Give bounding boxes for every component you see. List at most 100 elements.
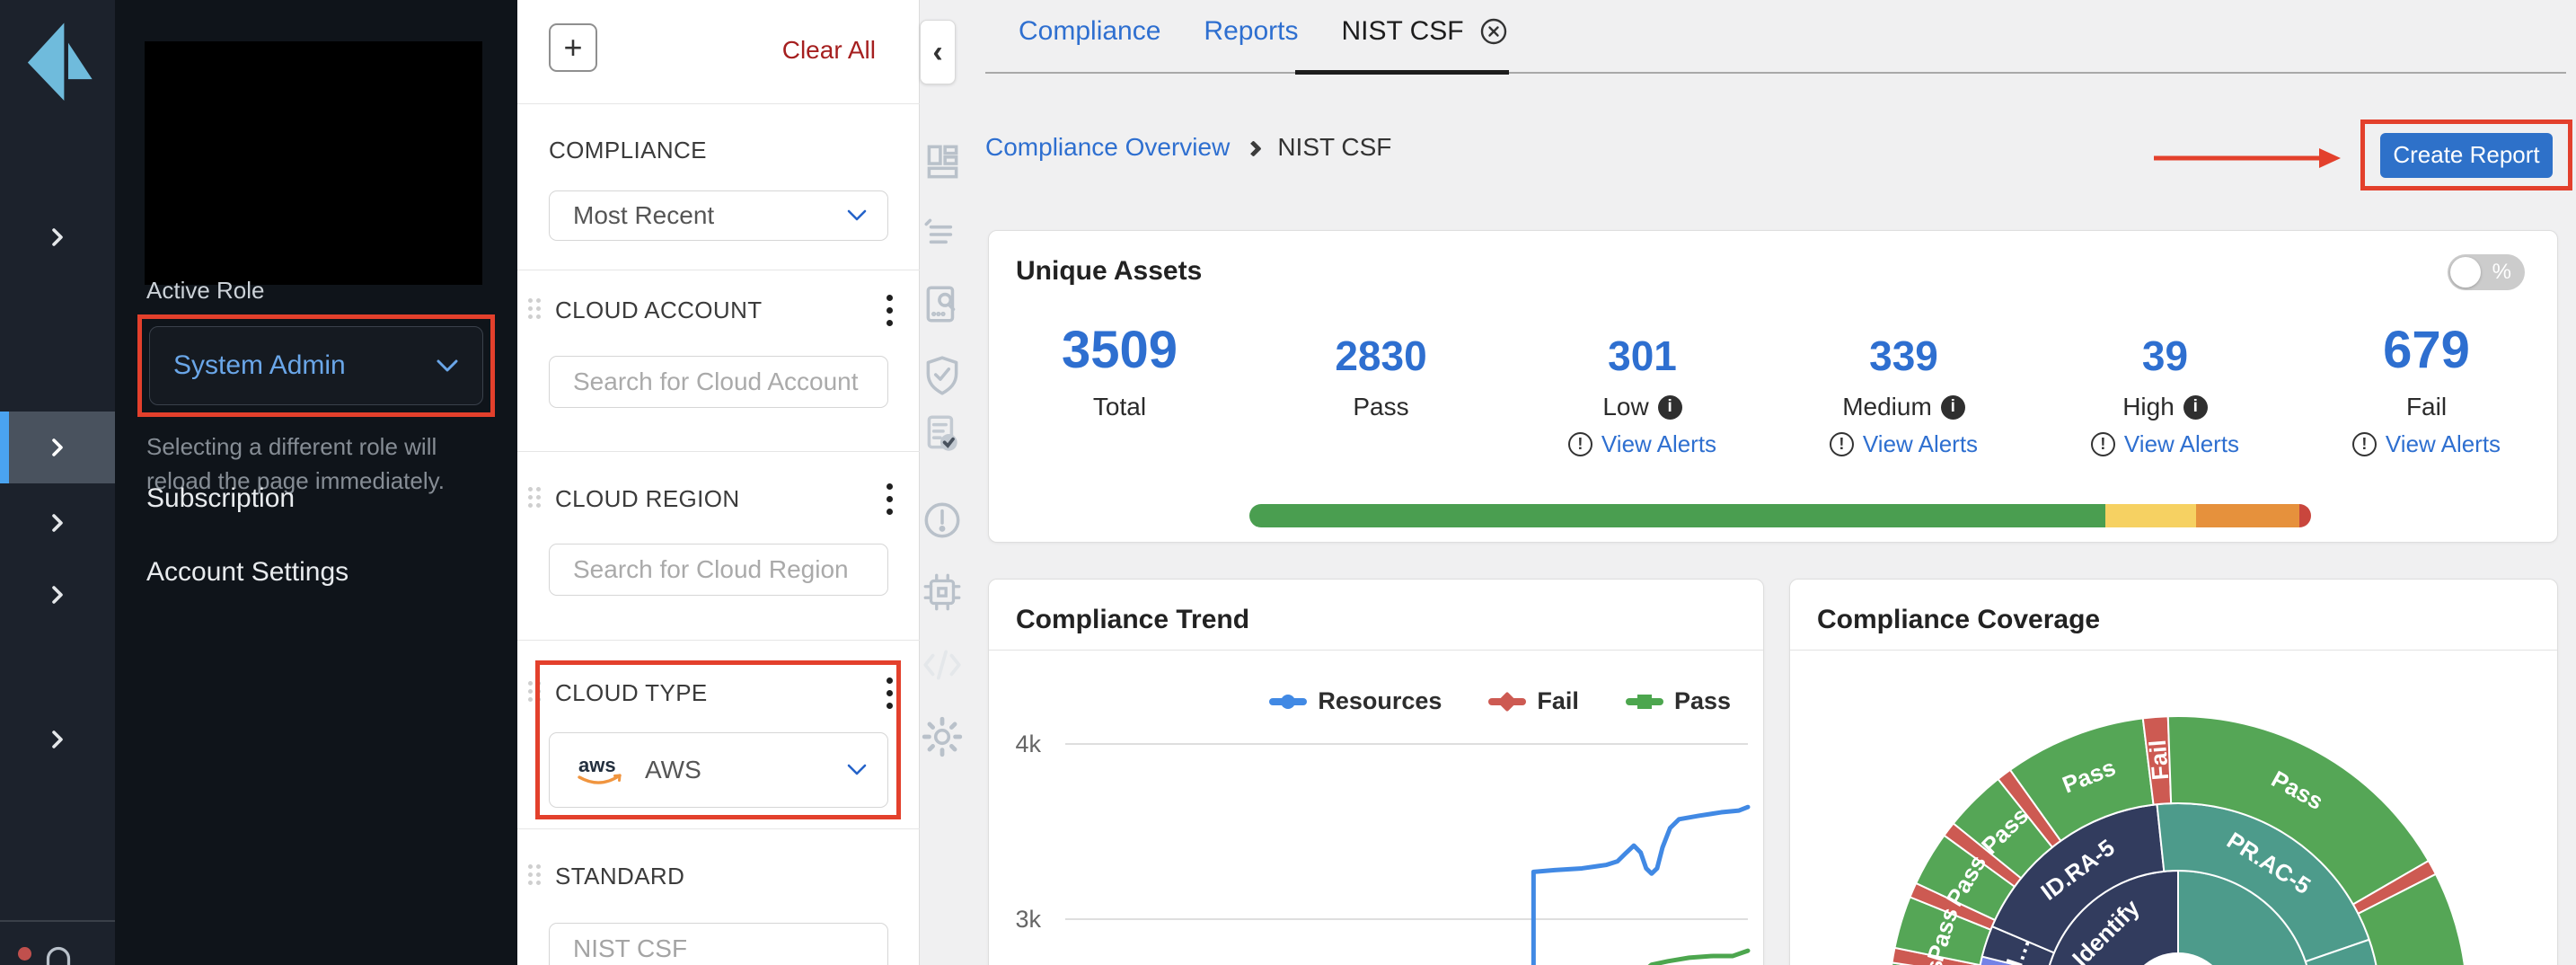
sidebar-item-investigate[interactable]	[0, 282, 115, 332]
exclamation-icon: !	[2091, 432, 2115, 456]
exclamation-icon: !	[1830, 432, 1854, 456]
account-settings-link[interactable]: Account Settings	[146, 557, 348, 588]
sidebar-item-code-security[interactable]	[0, 642, 115, 693]
info-icon[interactable]: i	[1658, 395, 1682, 420]
toggle-knob	[2450, 257, 2481, 288]
filter-section-title-cloud-type: CLOUD TYPE	[555, 679, 708, 707]
prisma-cloud-logo[interactable]	[16, 16, 99, 102]
svg-text:I…: I…	[2000, 934, 2035, 965]
tab-nist-csf[interactable]: NIST CSF	[1341, 16, 1508, 47]
svg-text:Pass: Pass	[1922, 905, 1963, 965]
legend-item-resources[interactable]: Resources	[1269, 687, 1442, 715]
tab-bar: Compliance Reports NIST CSF	[1019, 16, 1509, 47]
tab-compliance[interactable]: Compliance	[1019, 16, 1160, 47]
severity-progress-bar	[1249, 504, 2311, 527]
sidebar-item-settings[interactable]	[0, 714, 115, 765]
sidebar-item-policies[interactable]	[0, 353, 115, 403]
drag-handle-icon[interactable]	[528, 681, 544, 704]
chevron-down-icon	[436, 358, 459, 374]
redacted-block	[145, 41, 482, 285]
legend-item-fail[interactable]: Fail	[1488, 687, 1579, 715]
svg-text:Pass: Pass	[1976, 801, 2033, 859]
document-search-icon	[920, 282, 965, 327]
notification-badge	[18, 947, 31, 961]
sidebar-item-compliance[interactable]	[0, 412, 115, 483]
view-alerts-link[interactable]: !View Alerts	[1512, 430, 1773, 458]
chevron-down-icon	[846, 208, 868, 223]
view-alerts-link[interactable]: !View Alerts	[2296, 430, 2557, 458]
shield-check-icon	[920, 353, 965, 398]
chevron-right-icon	[51, 226, 64, 248]
info-icon[interactable]: i	[2183, 395, 2208, 420]
svg-text:Pass: Pass	[1918, 959, 1948, 965]
breadcrumb-parent-link[interactable]: Compliance Overview	[985, 133, 1230, 162]
active-role-label: Active Role	[146, 277, 265, 305]
gear-icon	[920, 714, 965, 759]
stat-label: Total	[1093, 393, 1146, 421]
stat-label: Low	[1602, 393, 1648, 421]
sidebar-item-compute[interactable]	[0, 570, 115, 620]
sidebar-divider	[0, 920, 115, 922]
view-alerts-link[interactable]: !View Alerts	[1773, 430, 2034, 458]
drag-handle-icon[interactable]	[528, 298, 544, 322]
svg-text:ID.RA-5: ID.RA-5	[2036, 834, 2120, 906]
trend-line-chart: 4k3k	[989, 580, 1764, 965]
sidebar-item-dashboard[interactable]	[0, 139, 115, 190]
bar-segment-medium	[2196, 504, 2299, 527]
drag-handle-icon[interactable]	[528, 864, 544, 888]
kebab-menu-icon[interactable]	[887, 483, 894, 515]
standard-search-input[interactable]	[573, 934, 897, 963]
subscription-link[interactable]: Subscription	[146, 483, 295, 514]
kebab-menu-icon[interactable]	[887, 677, 894, 709]
kebab-menu-icon[interactable]	[887, 295, 894, 326]
create-report-button[interactable]: Create Report	[2380, 133, 2553, 178]
svg-text:3k: 3k	[1015, 906, 1041, 933]
breadcrumb-current: NIST CSF	[1277, 133, 1391, 162]
role-panel: Active Role System Admin Selecting a dif…	[115, 0, 517, 965]
filter-panel: + Clear All COMPLIANCE Most Recent CLOUD…	[517, 0, 920, 965]
cloud-region-search	[549, 544, 888, 596]
legend-item-pass[interactable]: Pass	[1626, 687, 1731, 715]
unique-assets-title: Unique Assets	[1016, 256, 1202, 287]
close-tab-icon[interactable]	[1478, 16, 1509, 47]
chevron-right-icon	[51, 437, 64, 458]
stat-value: 39	[2034, 317, 2296, 380]
breadcrumb-chevron-icon	[1246, 140, 1262, 156]
svg-text:Pass: Pass	[1941, 850, 1992, 911]
cloud-region-search-input[interactable]	[573, 555, 897, 584]
clear-all-button[interactable]: Clear All	[782, 36, 876, 65]
stats-row: 3509 Total 2830 Pass 301 Lowi !View Aler…	[989, 317, 2557, 458]
chevron-right-icon	[51, 584, 64, 606]
annotation-box-role: System Admin	[137, 314, 495, 417]
compliance-select[interactable]: Most Recent	[549, 190, 888, 241]
list-icon	[920, 212, 965, 257]
sidebar-item-notifications[interactable]	[0, 934, 115, 965]
role-select[interactable]: System Admin	[149, 326, 483, 405]
chevron-down-icon	[846, 763, 868, 777]
view-alerts-link[interactable]: !View Alerts	[2034, 430, 2296, 458]
filter-section-title-cloud-region: CLOUD REGION	[555, 485, 740, 513]
stat-fail: 679 Fail !View Alerts	[2296, 317, 2557, 458]
compliance-trend-card: Compliance Trend ResourcesFailPass 4k3k	[988, 579, 1764, 965]
sidebar-item-alerts[interactable]	[0, 498, 115, 548]
stat-value: 3509	[989, 317, 1250, 380]
add-filter-button[interactable]: +	[549, 23, 597, 72]
active-tab-underline	[1295, 70, 1509, 75]
compliance-select-value: Most Recent	[573, 201, 714, 230]
main-content: Compliance Reports NIST CSF Compliance O…	[920, 0, 2576, 965]
cloud-account-search-input[interactable]	[573, 367, 897, 396]
compliance-document-check-icon	[920, 412, 965, 456]
percent-toggle[interactable]: %	[2448, 254, 2525, 290]
divider	[1790, 650, 2557, 651]
stat-value: 301	[1512, 317, 1773, 380]
stat-total: 3509 Total	[989, 317, 1250, 458]
sidebar-item-inventory[interactable]	[0, 212, 115, 262]
info-icon[interactable]: i	[1941, 395, 1965, 420]
drag-handle-icon[interactable]	[528, 487, 544, 510]
stat-value: 339	[1773, 317, 2034, 380]
cloud-type-select[interactable]: aws AWS	[549, 732, 888, 808]
tab-reports[interactable]: Reports	[1204, 16, 1298, 47]
divider	[989, 650, 1763, 651]
breadcrumb: Compliance Overview NIST CSF	[985, 133, 1391, 162]
collapse-filters-button[interactable]: ‹	[920, 20, 956, 84]
